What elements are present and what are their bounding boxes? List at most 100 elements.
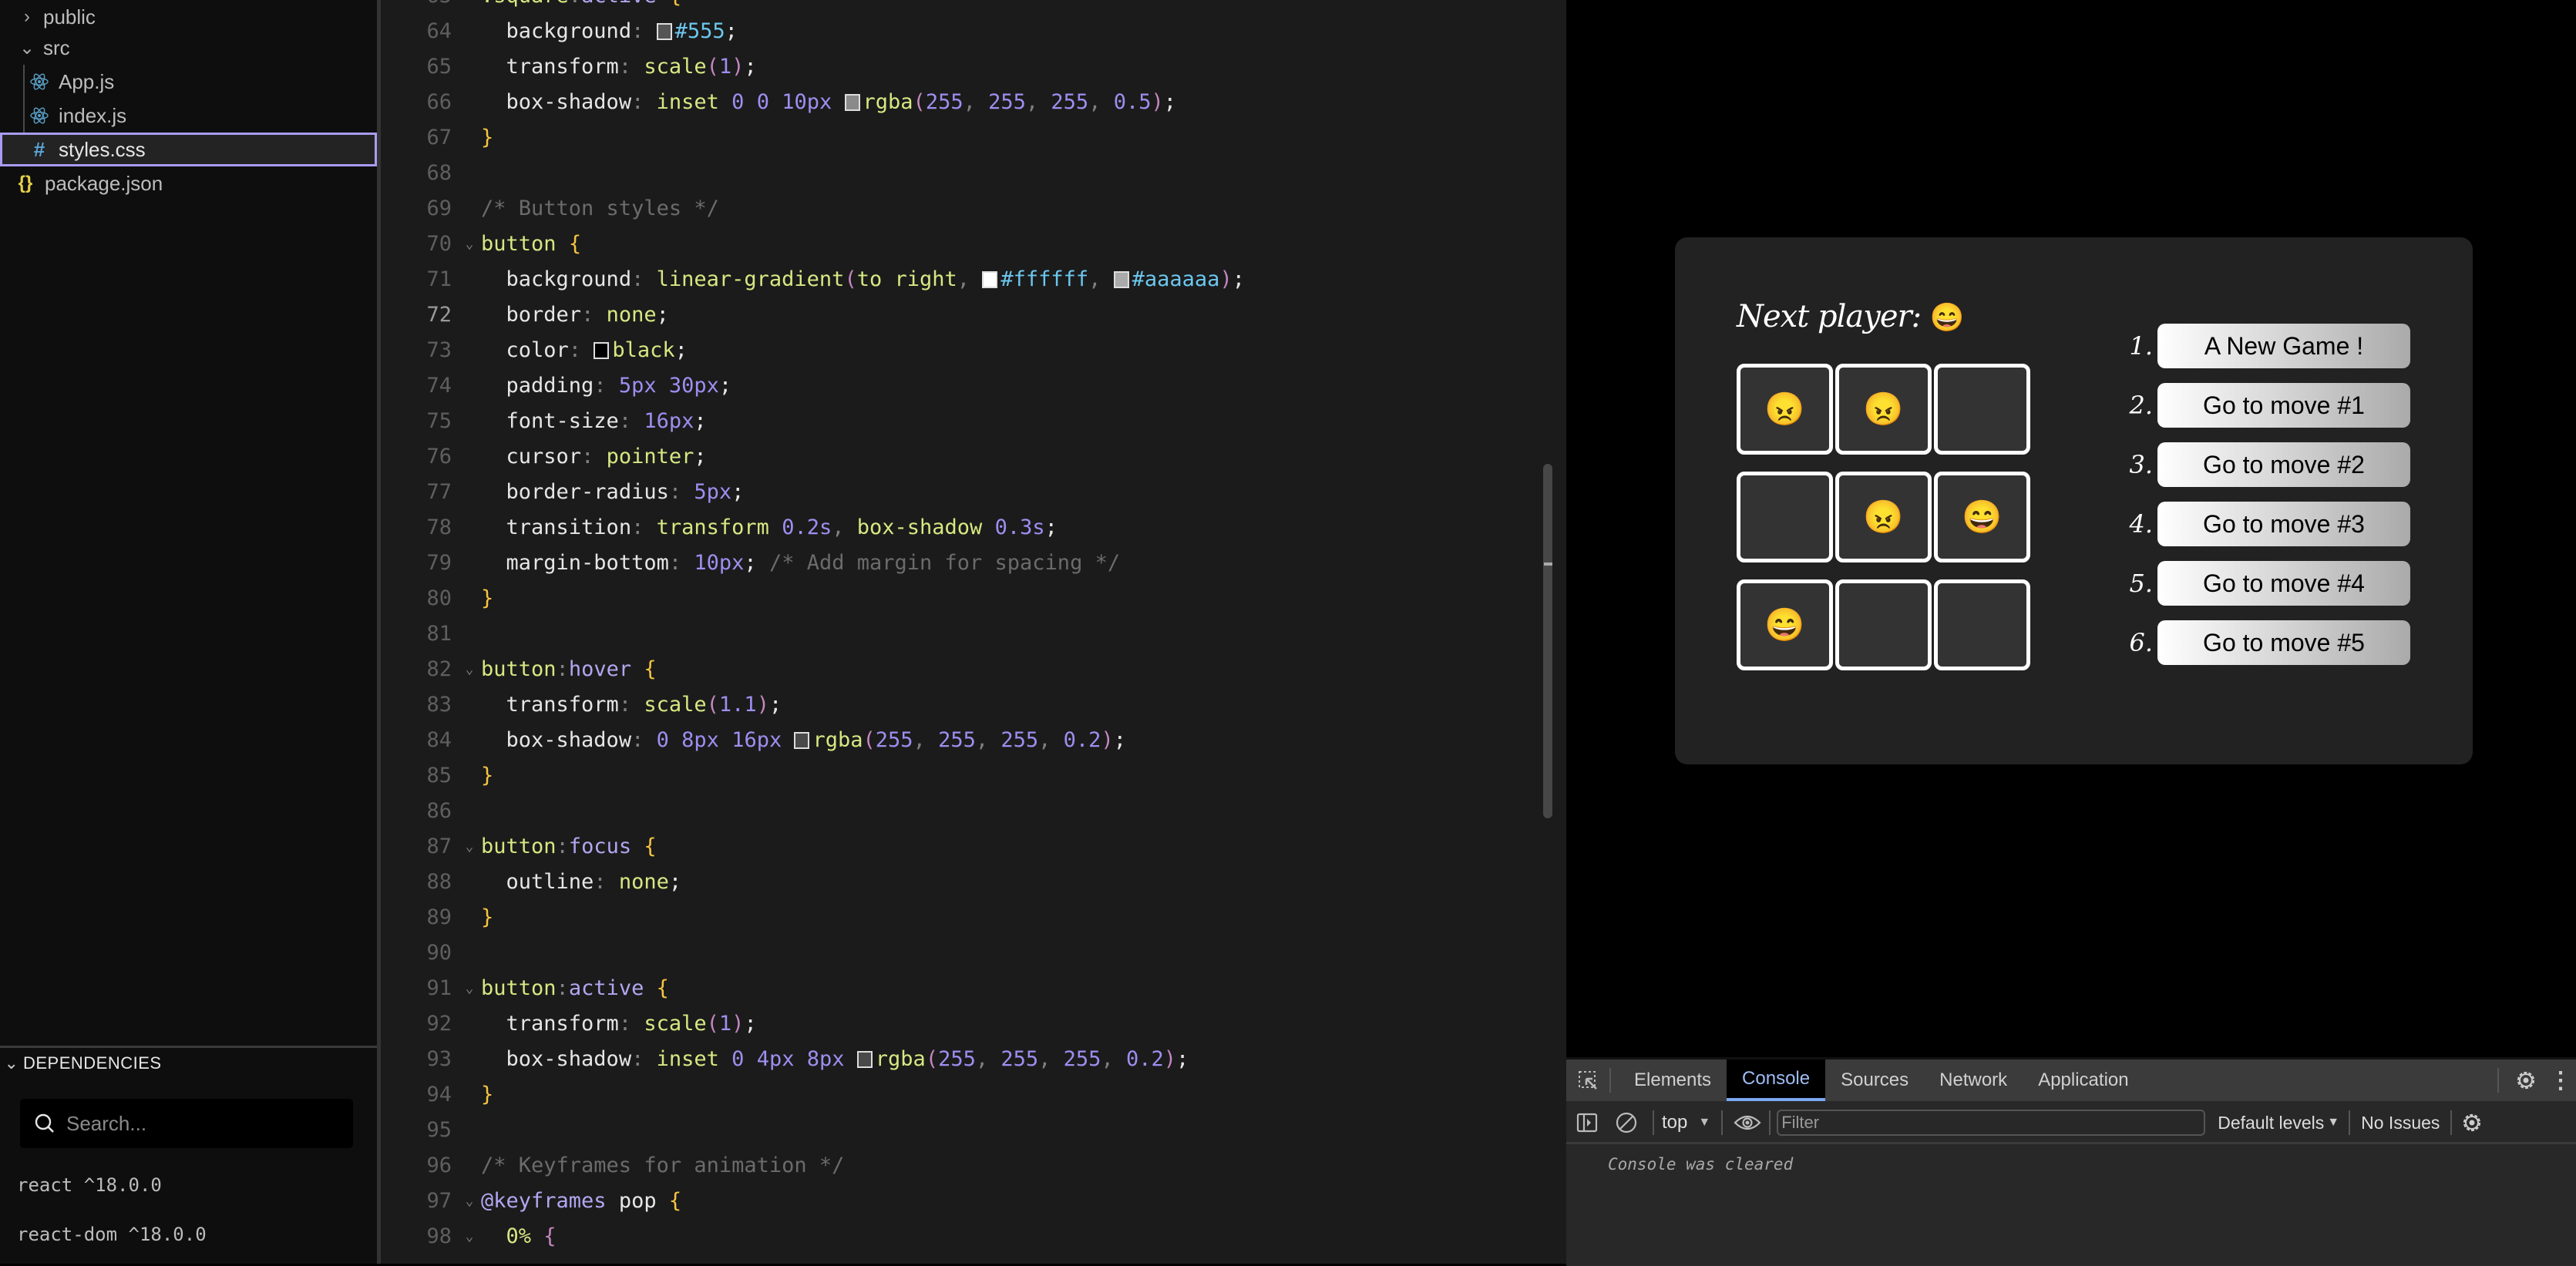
code-line[interactable]: 82 ⌄ button:hover { — [381, 651, 1537, 687]
tree-folder-public[interactable]: › public — [0, 0, 377, 34]
code-line[interactable]: 72 border: none; — [381, 297, 1537, 332]
fold-chevron-icon[interactable]: ⌄ — [458, 1193, 481, 1209]
code-line[interactable]: 77 border-radius: 5px; — [381, 474, 1537, 509]
board-square[interactable]: 😠 — [1835, 472, 1932, 562]
board-square[interactable]: 😠 — [1737, 364, 1833, 455]
board-square[interactable] — [1835, 579, 1932, 670]
board-square[interactable] — [1934, 364, 2030, 455]
code-line[interactable]: 93 box-shadow: inset 0 4px 8px rgba(255,… — [381, 1041, 1537, 1076]
code-line[interactable]: 87 ⌄ button:focus { — [381, 828, 1537, 864]
code-line[interactable]: 68 — [381, 155, 1537, 190]
tab-console[interactable]: Console — [1727, 1059, 1826, 1101]
go-to-move-button[interactable]: Go to move #3 — [2157, 502, 2410, 546]
line-number: 69 — [426, 196, 452, 220]
board-square[interactable]: 😄 — [1934, 472, 2030, 562]
fold-chevron-icon[interactable]: ⌄ — [458, 838, 481, 855]
code-line[interactable]: 96 /* Keyframes for animation */ — [381, 1147, 1537, 1183]
issues-counter[interactable]: No Issues — [2361, 1113, 2440, 1133]
more-options-kebab-icon[interactable]: ⋮ — [2545, 1067, 2576, 1094]
inspect-element-icon[interactable] — [1566, 1059, 1609, 1101]
fold-chevron-icon[interactable]: ⌄ — [458, 661, 481, 677]
log-levels-dropdown[interactable]: Default levels ▼ — [2218, 1113, 2339, 1133]
board-square[interactable]: 😠 — [1835, 364, 1932, 455]
console-settings-gear-icon[interactable] — [2457, 1111, 2487, 1134]
context-selector[interactable]: top ▼ — [1662, 1112, 1710, 1133]
settings-gear-icon[interactable] — [2507, 1069, 2545, 1092]
board-square[interactable] — [1934, 579, 2030, 670]
tab-network[interactable]: Network — [1924, 1059, 2023, 1101]
line-number: 85 — [426, 763, 452, 787]
tree-file-index-js[interactable]: index.js — [0, 99, 377, 133]
status-label: Next player: — [1737, 299, 1930, 334]
code-line[interactable]: 64 background: #555; — [381, 13, 1537, 49]
tree-file-package-json[interactable]: {} package.json — [0, 166, 377, 200]
code-line[interactable]: 91 ⌄ button:active { — [381, 970, 1537, 1006]
code-line[interactable]: 65 transform: scale(1); — [381, 49, 1537, 84]
code-line[interactable]: 63.square:active { — [381, 0, 1537, 13]
code-line[interactable]: 76 cursor: pointer; — [381, 438, 1537, 474]
code-line[interactable]: 95 — [381, 1112, 1537, 1147]
live-expression-eye-icon[interactable] — [1730, 1113, 1764, 1133]
dependency-search-input[interactable] — [65, 1110, 345, 1137]
code-line[interactable]: 75 font-size: 16px; — [381, 403, 1537, 438]
tab-elements[interactable]: Elements — [1619, 1059, 1727, 1101]
code-line[interactable]: 85} — [381, 757, 1537, 793]
tab-sources[interactable]: Sources — [1825, 1059, 1924, 1101]
board-square[interactable] — [1737, 472, 1833, 562]
new-game-button[interactable]: A New Game ! — [2157, 324, 2410, 368]
move-number: 3. — [2129, 450, 2153, 479]
dependency-search-box[interactable] — [20, 1099, 353, 1148]
code-line[interactable]: 88 outline: none; — [381, 864, 1537, 899]
tab-application[interactable]: Application — [2023, 1059, 2144, 1101]
go-to-move-button[interactable]: Go to move #4 — [2157, 561, 2410, 606]
separator — [1653, 1110, 1654, 1135]
line-number: 72 — [426, 302, 452, 327]
code-line[interactable]: 78 transition: transform 0.2s, box-shado… — [381, 509, 1537, 545]
code-line[interactable]: 90 — [381, 935, 1537, 970]
code-line[interactable]: 94} — [381, 1076, 1537, 1112]
tree-file-styles-css[interactable]: # styles.css — [0, 133, 377, 166]
dependency-item-react-dom[interactable]: react-dom ^18.0.0 — [17, 1224, 207, 1245]
board-square[interactable]: 😄 — [1737, 579, 1833, 670]
code-line[interactable]: 74 padding: 5px 30px; — [381, 368, 1537, 403]
code-line[interactable]: 92 transform: scale(1); — [381, 1006, 1537, 1041]
line-number: 77 — [426, 479, 452, 504]
go-to-move-button[interactable]: Go to move #2 — [2157, 442, 2410, 487]
editor-scrollbar[interactable] — [1543, 464, 1552, 818]
code-line[interactable]: 71 background: linear-gradient(to right,… — [381, 261, 1537, 297]
chevron-down-icon: ⌄ — [18, 37, 35, 59]
code-editor[interactable]: 63.square:active {64 background: #555;65… — [381, 0, 1566, 1264]
code-line[interactable]: 89} — [381, 899, 1537, 935]
code-line[interactable]: 70 ⌄ button { — [381, 226, 1537, 261]
tree-folder-src[interactable]: ⌄ src — [0, 31, 377, 65]
code-line[interactable]: 67} — [381, 119, 1537, 155]
code-line[interactable]: 86 — [381, 793, 1537, 828]
code-text: } — [481, 586, 494, 610]
fold-chevron-icon[interactable]: ⌄ — [458, 1228, 481, 1244]
go-to-move-button[interactable]: Go to move #5 — [2157, 620, 2410, 665]
dependency-item-react[interactable]: react ^18.0.0 — [17, 1174, 162, 1196]
code-line[interactable]: 66 box-shadow: inset 0 0 10px rgba(255, … — [381, 84, 1537, 119]
code-line[interactable]: 98 ⌄ 0% { — [381, 1218, 1537, 1254]
code-line[interactable]: 80} — [381, 580, 1537, 616]
code-line[interactable]: 84 box-shadow: 0 8px 16px rgba(255, 255,… — [381, 722, 1537, 757]
go-to-move-button[interactable]: Go to move #1 — [2157, 383, 2410, 428]
json-braces-icon: {} — [18, 173, 33, 193]
code-line[interactable]: 79 margin-bottom: 10px; /* Add margin fo… — [381, 545, 1537, 580]
code-line[interactable]: 97 ⌄ @keyframes pop { — [381, 1183, 1537, 1218]
tree-file-app-js[interactable]: App.js — [0, 65, 377, 99]
clear-console-icon[interactable] — [1608, 1111, 1645, 1134]
sidebar-toggle-icon[interactable] — [1566, 1112, 1608, 1133]
code-text: background: linear-gradient(to right, #f… — [506, 267, 1245, 291]
fold-chevron-icon[interactable]: ⌄ — [458, 980, 481, 996]
code-text: transform: scale(1.1); — [506, 692, 782, 717]
code-line[interactable]: 73 color: black; — [381, 332, 1537, 368]
code-line[interactable]: 81 — [381, 616, 1537, 651]
code-line[interactable]: 83 transform: scale(1.1); — [381, 687, 1537, 722]
tree-item-label: public — [43, 5, 96, 29]
code-text: padding: 5px 30px; — [506, 373, 732, 398]
dependencies-section-header[interactable]: ⌄ DEPENDENCIES — [0, 1052, 162, 1075]
console-filter-input[interactable] — [1777, 1110, 2206, 1136]
fold-chevron-icon[interactable]: ⌄ — [458, 236, 481, 252]
code-line[interactable]: 69 /* Button styles */ — [381, 190, 1537, 226]
